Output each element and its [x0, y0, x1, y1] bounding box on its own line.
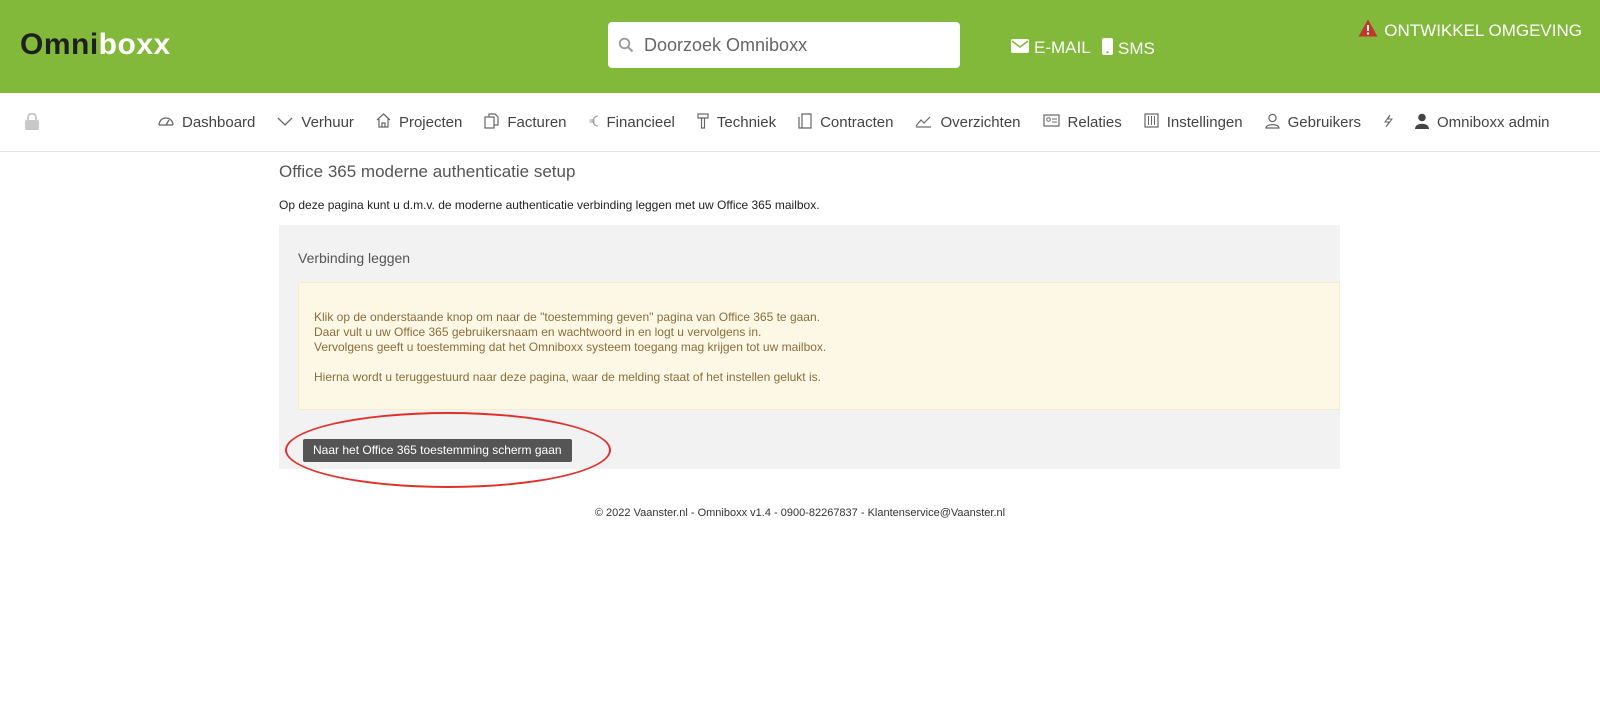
nav-item-instellingen[interactable]: Instellingen [1144, 113, 1243, 132]
nav-label-instellingen: Instellingen [1166, 114, 1243, 131]
footer-text: © 2022 Vaanster.nl - Omniboxx v1.4 - 090… [594, 507, 1006, 519]
search-icon [608, 37, 644, 53]
panel-title: Verbinding leggen [298, 250, 411, 266]
dashboard-icon [158, 114, 174, 131]
user-icon [1265, 113, 1280, 133]
main-navigation: Dashboard Verhuur Projecten Facturen Fin… [0, 93, 1600, 152]
nav-item-overzichten[interactable]: Overzichten [915, 114, 1021, 132]
nav-item-gebruikers[interactable]: Gebruikers [1265, 113, 1361, 133]
nav-item-projecten[interactable]: Projecten [376, 113, 462, 132]
nav-item-verhuur[interactable]: Verhuur [277, 114, 354, 131]
hammer-icon [697, 112, 709, 133]
user-filled-icon [1414, 113, 1429, 133]
info-alert: Klik op de onderstaande knop om naar de … [298, 282, 1340, 410]
nav-item-dashboard[interactable]: Dashboard [158, 114, 255, 131]
nav-item-facturen[interactable]: Facturen [484, 112, 567, 133]
sliders-icon [1144, 113, 1159, 132]
nav-label-dashboard: Dashboard [182, 114, 256, 131]
alert-line: Vervolgens geeft u toestemming dat het O… [314, 340, 827, 354]
nav-item-financieel[interactable]: Financieel [589, 114, 675, 132]
nav-label-contracten: Contracten [820, 114, 894, 131]
euro-icon [589, 114, 599, 132]
home-icon [376, 113, 391, 132]
chevron-down-icon [277, 114, 293, 131]
email-link[interactable]: E-MAIL [1011, 38, 1091, 58]
mobile-icon [1102, 38, 1113, 60]
logo-text-boxx: boxx [98, 28, 171, 61]
nav-label-admin: Omniboxx admin [1436, 114, 1550, 131]
warning-icon [1358, 19, 1378, 42]
nav-item-techniek[interactable]: Techniek [697, 112, 777, 133]
environment-indicator: ONTWIKKEL OMGEVING [1358, 19, 1582, 42]
documents-icon [484, 112, 499, 133]
id-card-icon [1042, 114, 1060, 131]
omniboxx-logo[interactable]: Omniboxx [20, 28, 171, 62]
nav-item-relaties[interactable]: Relaties [1042, 114, 1122, 131]
sms-label: SMS [1118, 39, 1155, 58]
nav-menu: Dashboard Verhuur Projecten Facturen Fin… [158, 93, 1550, 152]
nav-label-techniek: Techniek [716, 114, 777, 131]
nav-label-verhuur: Verhuur [301, 114, 354, 131]
alert-line: Hierna wordt u teruggestuurd naar deze p… [314, 370, 821, 384]
highlight-ellipse [285, 412, 611, 488]
alert-line: Klik op de onderstaande knop om naar de … [314, 310, 820, 324]
logo-text-omni: Omni [20, 28, 99, 61]
environment-label: ONTWIKKEL OMGEVING [1384, 20, 1582, 40]
nav-label-gebruikers: Gebruikers [1287, 114, 1361, 131]
email-label: E-MAIL [1034, 38, 1091, 57]
sms-link[interactable]: SMS [1102, 38, 1155, 60]
page-title: Office 365 moderne authenticatie setup [279, 162, 576, 181]
nav-label-projecten: Projecten [398, 114, 463, 131]
nav-item-admin[interactable]: Omniboxx admin [1414, 113, 1550, 133]
nav-item-contracten[interactable]: Contracten [798, 112, 894, 133]
contract-icon [798, 112, 812, 133]
envelope-icon [1011, 38, 1029, 58]
search-input[interactable] [644, 34, 944, 56]
nav-label-overzichten: Overzichten [940, 114, 1021, 131]
nav-label-facturen: Facturen [507, 114, 567, 131]
nav-label-relaties: Relaties [1067, 114, 1122, 131]
search-box[interactable] [608, 22, 960, 68]
chart-line-icon [915, 114, 932, 132]
nav-item-lightning[interactable] [1383, 114, 1393, 132]
lock-icon[interactable] [25, 112, 39, 135]
top-header: Omniboxx E-MAIL SMS ONTWIKKEL OMGEVING [0, 0, 1600, 93]
intro-text: Op deze pagina kunt u d.m.v. de moderne … [279, 198, 820, 212]
lightning-icon [1383, 114, 1393, 132]
alert-line: Daar vult u uw Office 365 gebruikersnaam… [314, 325, 762, 339]
nav-label-financieel: Financieel [606, 114, 675, 131]
